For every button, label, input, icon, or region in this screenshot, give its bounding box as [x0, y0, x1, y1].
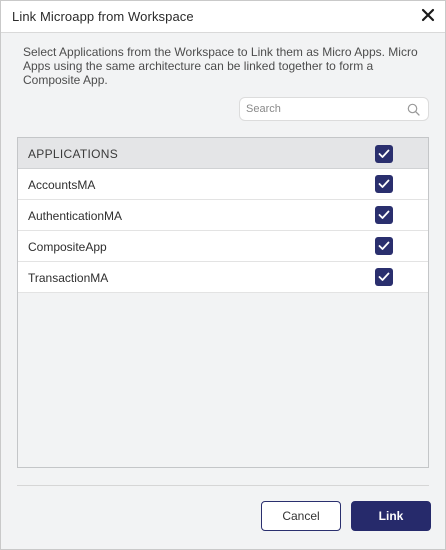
- table-row[interactable]: AccountsMA: [18, 169, 428, 200]
- check-icon: [378, 241, 390, 250]
- dialog-description: Select Applications from the Workspace t…: [23, 45, 418, 87]
- application-name: AccountsMA: [28, 178, 96, 192]
- application-name: CompositeApp: [28, 240, 107, 254]
- row-checkbox[interactable]: [375, 268, 393, 286]
- row-checkbox[interactable]: [375, 175, 393, 193]
- table-row[interactable]: TransactionMA: [18, 262, 428, 293]
- search-icon[interactable]: [407, 103, 420, 116]
- cancel-button[interactable]: Cancel: [261, 501, 341, 531]
- dialog-titlebar: Link Microapp from Workspace: [1, 1, 445, 33]
- close-icon[interactable]: [420, 7, 436, 23]
- applications-column-header: APPLICATIONS: [28, 147, 119, 161]
- check-icon: [378, 179, 390, 188]
- search-box[interactable]: [239, 97, 429, 121]
- row-checkbox[interactable]: [375, 206, 393, 224]
- table-header: APPLICATIONS: [18, 138, 428, 169]
- search-input[interactable]: [246, 101, 401, 117]
- row-checkbox[interactable]: [375, 237, 393, 255]
- footer-divider: [17, 485, 429, 486]
- link-microapp-dialog: Link Microapp from Workspace Select Appl…: [0, 0, 446, 550]
- applications-table: APPLICATIONS AccountsMA AuthenticationMA: [17, 137, 429, 468]
- check-icon: [378, 149, 390, 158]
- check-icon: [378, 210, 390, 219]
- dialog-title: Link Microapp from Workspace: [12, 9, 194, 24]
- check-icon: [378, 272, 390, 281]
- link-button[interactable]: Link: [351, 501, 431, 531]
- table-row[interactable]: CompositeApp: [18, 231, 428, 262]
- select-all-checkbox[interactable]: [375, 145, 393, 163]
- table-row[interactable]: AuthenticationMA: [18, 200, 428, 231]
- application-name: TransactionMA: [28, 271, 109, 285]
- application-name: AuthenticationMA: [28, 209, 123, 223]
